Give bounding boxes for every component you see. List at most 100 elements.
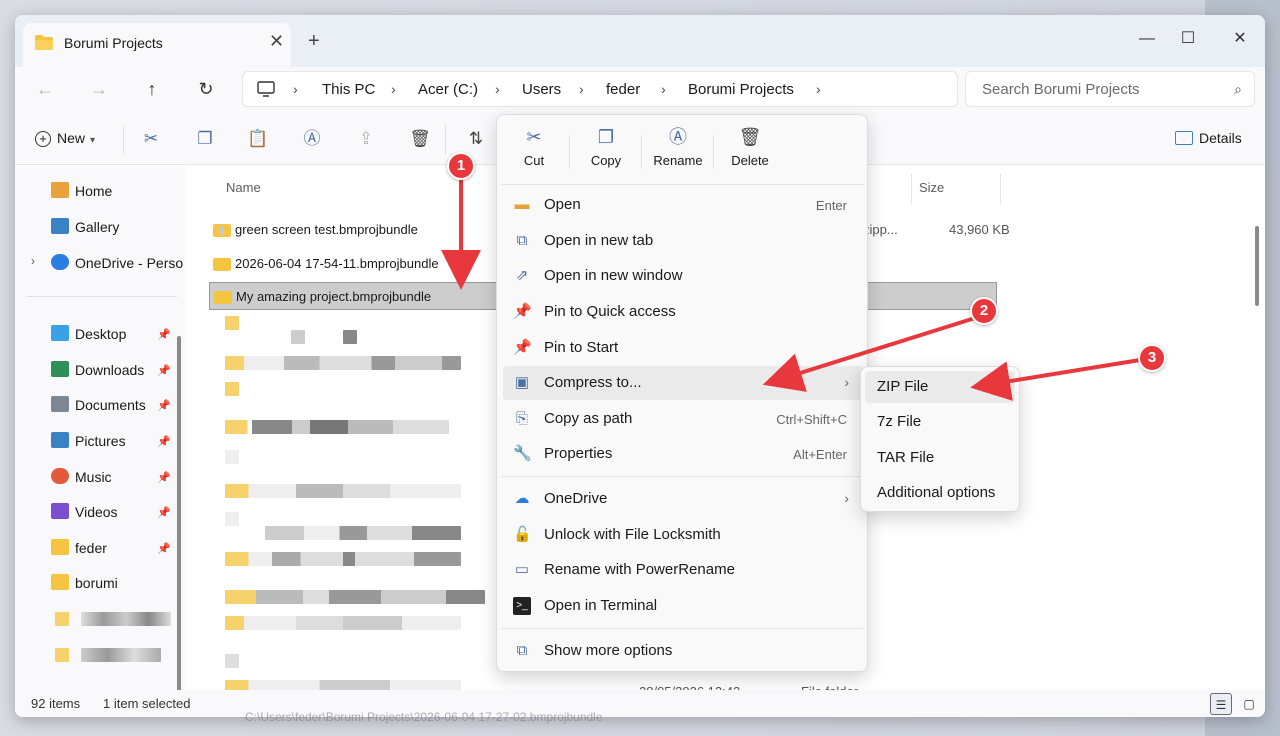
menu-item-label: Open in new window <box>544 267 683 284</box>
menu-item-label: Open in new tab <box>544 232 654 249</box>
copy-button[interactable]: ❐ Copy <box>573 125 639 177</box>
breadcrumb-acer-c[interactable]: Acer (C:) <box>418 81 478 98</box>
close-tab-icon[interactable]: ✕ <box>269 31 284 51</box>
pin-icon[interactable]: 📌 <box>157 364 171 377</box>
minimize-icon[interactable]: — <box>1137 29 1157 49</box>
submenu-item-additional-options[interactable]: Additional options <box>865 477 1015 509</box>
menu-item-show-more-options[interactable]: ⧉ Show more options <box>503 634 863 668</box>
submenu-item-zip[interactable]: ZIP File <box>865 371 1015 403</box>
breadcrumb-borumi-projects[interactable]: Borumi Projects <box>688 81 794 98</box>
menu-item-properties[interactable]: 🔧 Properties Alt+Enter <box>503 437 863 471</box>
refresh-icon[interactable]: ↻ <box>194 77 218 101</box>
videos-icon <box>51 503 69 519</box>
submenu-item-7z[interactable]: 7z File <box>865 406 1015 438</box>
menu-divider <box>501 476 863 477</box>
sidebar-item-videos[interactable]: Videos <box>51 503 118 523</box>
paste-icon[interactable]: 📋 <box>247 128 269 150</box>
blurred-row <box>225 420 449 434</box>
column-divider <box>911 174 912 204</box>
sidebar-item-borumi[interactable]: borumi <box>51 574 118 594</box>
rename-button[interactable]: Ⓐ Rename <box>645 125 711 177</box>
menu-item-pin-quick-access[interactable]: 📌 Pin to Quick access <box>503 295 863 329</box>
blurred-row <box>225 484 461 498</box>
blurred-row <box>225 382 239 396</box>
compress-submenu: ZIP File 7z File TAR File Additional opt… <box>860 366 1020 512</box>
folder-icon <box>35 35 53 50</box>
breadcrumb-separator[interactable]: › <box>816 81 821 97</box>
back-arrow-icon[interactable]: ← <box>33 77 57 101</box>
sidebar-item-pictures[interactable]: Pictures <box>51 432 126 452</box>
window-close-icon[interactable]: ✕ <box>1230 29 1250 49</box>
forward-arrow-icon[interactable]: → <box>87 77 111 101</box>
submenu-item-tar[interactable]: TAR File <box>865 442 1015 474</box>
submenu-item-label: 7z File <box>877 413 922 430</box>
breadcrumb-users[interactable]: Users <box>522 81 561 98</box>
sidebar-scrollbar[interactable] <box>177 336 181 714</box>
blurred-row <box>225 356 461 370</box>
pin-icon[interactable]: 📌 <box>157 328 171 341</box>
sidebar-item-home[interactable]: Home <box>51 182 112 202</box>
menu-item-open-new-tab[interactable]: ⧉ Open in new tab <box>503 224 863 258</box>
details-button[interactable]: Details <box>1175 130 1242 146</box>
file-list-scrollbar[interactable] <box>1255 226 1259 306</box>
tab-title: Borumi Projects <box>64 35 163 51</box>
sidebar-item-feder[interactable]: feder <box>51 539 107 559</box>
sidebar-item-music[interactable]: Music <box>51 468 112 488</box>
sidebar-item-downloads[interactable]: Downloads <box>51 361 144 381</box>
cut-icon[interactable]: ✂ <box>140 128 162 150</box>
rename-icon[interactable]: Ⓐ <box>301 128 323 150</box>
menu-item-open[interactable]: ▬ Open Enter <box>503 188 863 222</box>
folder-icon <box>51 539 69 555</box>
menu-item-powerrename[interactable]: ▭ Rename with PowerRename <box>503 553 863 587</box>
menu-item-open-terminal[interactable]: >_ Open in Terminal <box>503 589 863 623</box>
maximize-icon[interactable]: ☐ <box>1178 29 1198 49</box>
tiles-view-icon[interactable]: ▢ <box>1238 693 1260 715</box>
menu-item-open-new-window[interactable]: ⇗ Open in new window <box>503 259 863 293</box>
delete-icon[interactable]: 🗑 <box>409 128 431 150</box>
sidebar-item-onedrive[interactable]: OneDrive - Perso <box>51 254 183 274</box>
up-arrow-icon[interactable]: ↑ <box>140 77 164 101</box>
address-bar[interactable]: › This PC › Acer (C:) › Users › feder › … <box>242 71 958 107</box>
menu-item-label: Properties <box>544 445 613 462</box>
menu-item-compress[interactable]: ▣ Compress to... › <box>503 366 863 400</box>
selection-count: 1 item selected <box>103 696 191 711</box>
expand-chevron-icon[interactable]: › <box>31 254 35 268</box>
status-bar: 92 items 1 item selected ☰ ▢ <box>15 690 1265 717</box>
cut-icon: ✂ <box>526 127 542 147</box>
pin-icon[interactable]: 📌 <box>157 542 171 555</box>
sidebar-item-label: Documents <box>75 397 146 413</box>
details-view-icon[interactable]: ☰ <box>1210 693 1232 715</box>
delete-button[interactable]: 🗑 Delete <box>717 125 783 177</box>
pin-icon[interactable]: 📌 <box>157 435 171 448</box>
menu-item-onedrive[interactable]: ☁ OneDrive › <box>503 482 863 516</box>
new-button[interactable]: + New ▾ <box>35 130 95 147</box>
share-icon[interactable]: ⇪ <box>355 128 377 150</box>
column-header-name[interactable]: Name <box>226 180 261 195</box>
new-label: New <box>57 130 86 146</box>
sidebar-item-label: Music <box>75 469 112 485</box>
pin-start-icon: 📌 <box>513 339 532 356</box>
cut-label: Cut <box>523 153 545 168</box>
pin-icon[interactable]: 📌 <box>157 399 171 412</box>
breadcrumb-feder[interactable]: feder <box>606 81 640 98</box>
copy-icon[interactable]: ❐ <box>194 128 216 150</box>
sort-icon[interactable]: ⇅ <box>465 128 487 150</box>
pin-icon[interactable]: 📌 <box>157 471 171 484</box>
menu-item-copy-as-path[interactable]: ⎘ Copy as path Ctrl+Shift+C <box>503 402 863 436</box>
column-header-size[interactable]: Size <box>919 180 944 195</box>
tab-borumi-projects[interactable]: Borumi Projects ✕ <box>23 23 291 67</box>
breadcrumb-this-pc[interactable]: This PC <box>322 81 375 98</box>
menu-item-label: Pin to Start <box>544 339 619 356</box>
search-input[interactable]: Search Borumi Projects ⌕ <box>965 71 1255 107</box>
sidebar-item-desktop[interactable]: Desktop <box>51 325 126 345</box>
sidebar-item-documents[interactable]: Documents <box>51 396 146 416</box>
pin-icon[interactable]: 📌 <box>157 506 171 519</box>
cut-button[interactable]: ✂ Cut <box>501 125 567 177</box>
add-tab-icon[interactable]: + <box>308 31 320 51</box>
menu-item-pin-start[interactable]: 📌 Pin to Start <box>503 331 863 365</box>
copy-path-icon: ⎘ <box>515 410 528 427</box>
sidebar-item-gallery[interactable]: Gallery <box>51 218 119 238</box>
blurred-row <box>343 330 357 344</box>
context-menu: ✂ Cut ❐ Copy Ⓐ Rename 🗑 Delete ▬ Open En… <box>496 114 868 672</box>
menu-item-file-locksmith[interactable]: 🔓 Unlock with File Locksmith <box>503 518 863 552</box>
